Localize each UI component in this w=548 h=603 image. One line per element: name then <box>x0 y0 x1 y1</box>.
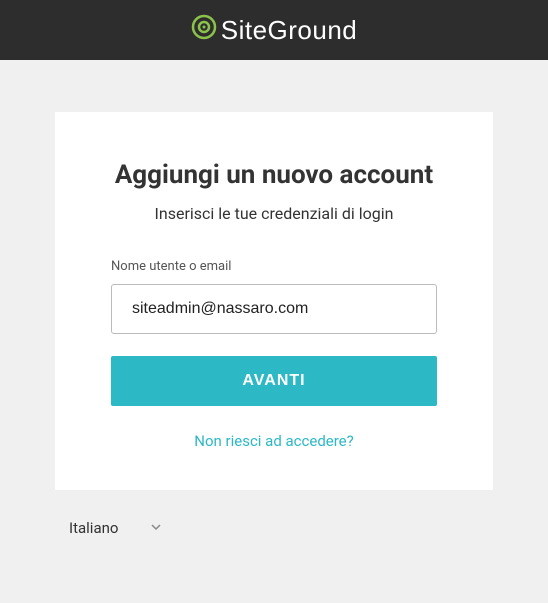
language-selector[interactable]: Italiano <box>55 518 493 537</box>
page-title: Aggiungi un nuovo account <box>111 160 437 190</box>
language-selected: Italiano <box>69 519 118 537</box>
username-input[interactable] <box>111 284 437 334</box>
brand-name: SiteGround <box>221 15 358 46</box>
chevron-down-icon <box>150 518 162 537</box>
username-label: Nome utente o email <box>111 259 437 274</box>
siteground-logo-icon <box>191 14 217 47</box>
header: SiteGround <box>0 0 548 60</box>
brand-logo: SiteGround <box>191 14 358 47</box>
login-card: Aggiungi un nuovo account Inserisci le t… <box>55 112 493 490</box>
page-subtitle: Inserisci le tue credenziali di login <box>111 204 437 223</box>
next-button[interactable]: AVANTI <box>111 356 437 406</box>
forgot-access-link[interactable]: Non riesci ad accedere? <box>111 432 437 450</box>
